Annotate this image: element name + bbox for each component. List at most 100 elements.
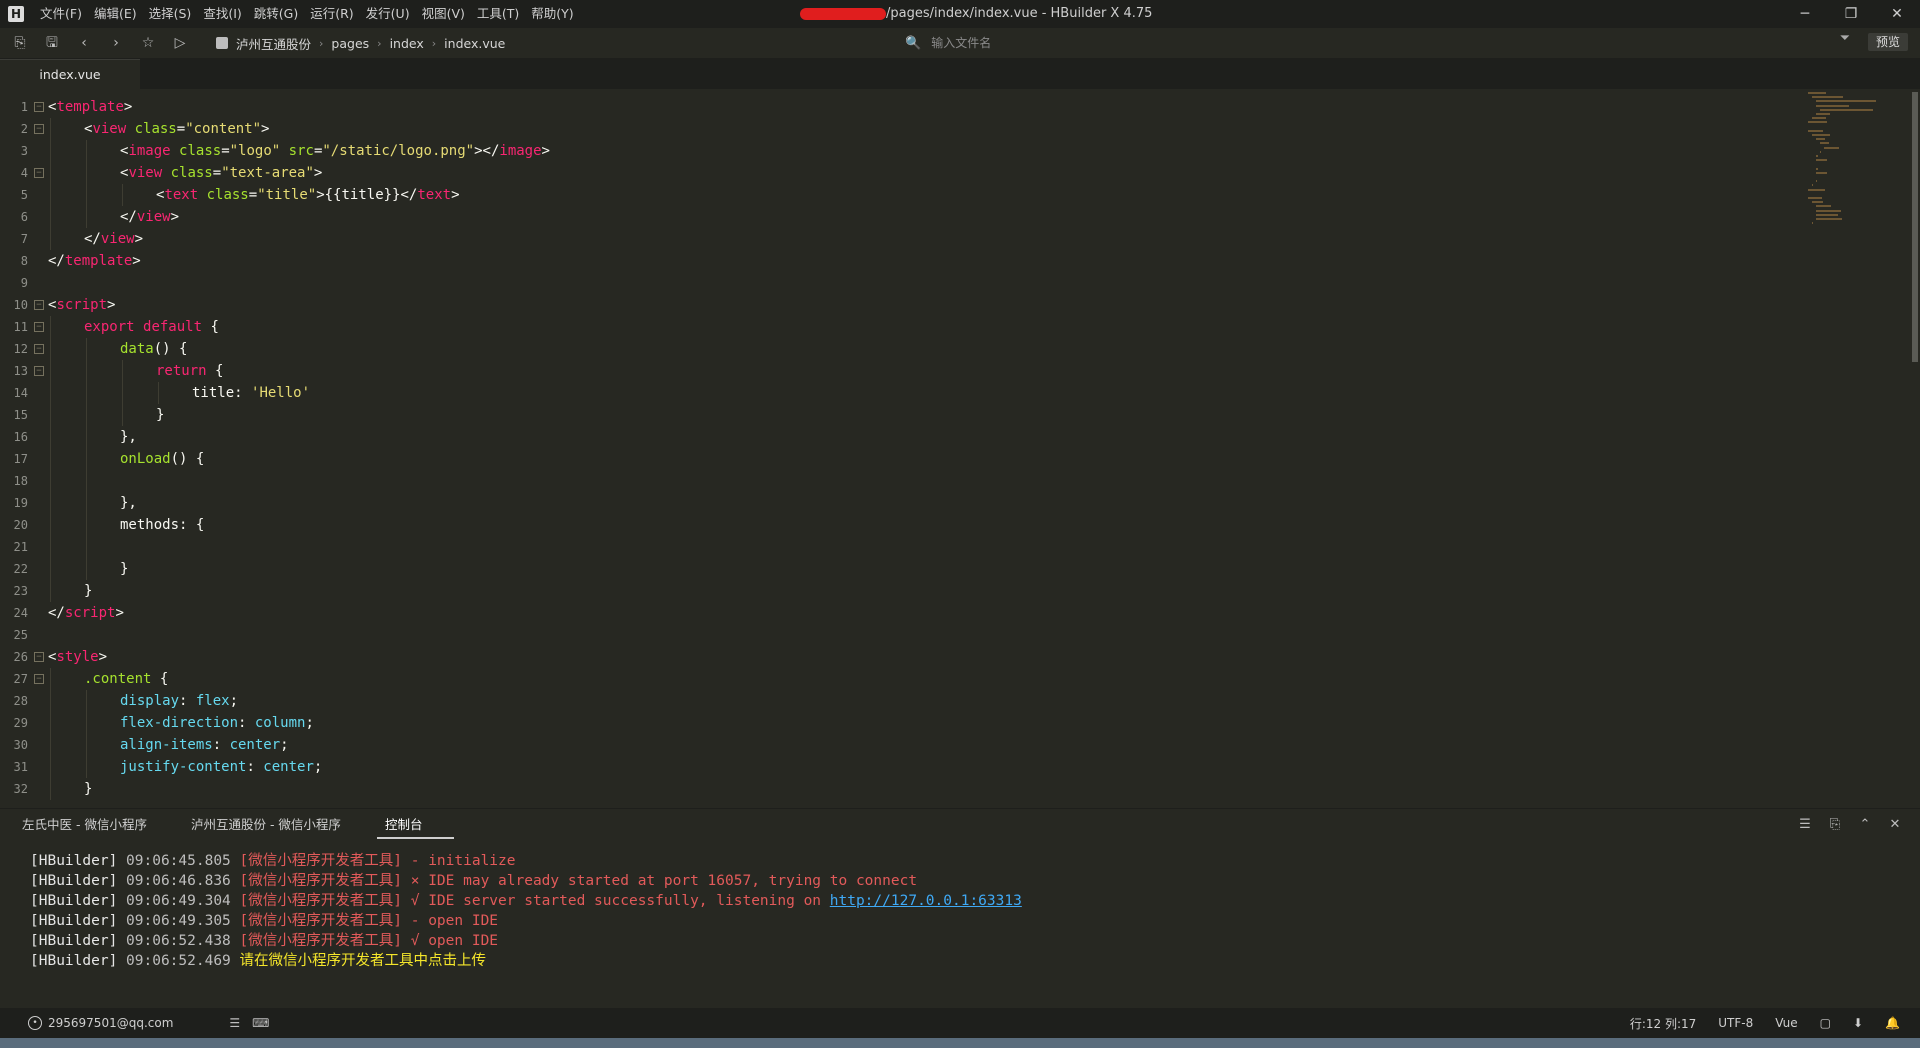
forward-icon[interactable]: ›	[104, 31, 128, 55]
file-icon[interactable]: ▢	[1820, 1016, 1831, 1030]
menu-item[interactable]: 查找(I)	[197, 0, 247, 28]
code-line[interactable]: 9	[0, 272, 1900, 294]
fold-toggle-icon[interactable]: −	[34, 322, 44, 332]
code-line[interactable]: 14 title: 'Hello'	[0, 382, 1900, 404]
maximize-panel-icon[interactable]: ⌃	[1850, 809, 1880, 841]
code-line[interactable]: 10− <script>	[0, 294, 1900, 316]
toolbar: ⎘ 🖫 ‹ › ☆ ▷ 泸州互通股份 › pages › index › ind…	[0, 28, 1920, 59]
code-line[interactable]: 24 </script>	[0, 602, 1900, 624]
file-search-input[interactable]	[929, 35, 1634, 51]
export-log-icon[interactable]: ⎘	[1820, 809, 1850, 841]
menu-item[interactable]: 工具(T)	[471, 0, 525, 28]
code-line[interactable]: 11− export default {	[0, 316, 1900, 338]
filter-icon[interactable]: ⏷	[1840, 31, 1850, 46]
fold-toggle-icon[interactable]: −	[34, 300, 44, 310]
code-line[interactable]: 19},	[0, 492, 1900, 514]
user-account[interactable]: • 295697501@qq.com	[28, 1016, 173, 1030]
minimap[interactable]	[1808, 92, 1918, 262]
new-file-icon[interactable]: ⎘	[8, 31, 32, 55]
code-line[interactable]: 6 </view>	[0, 206, 1900, 228]
breadcrumb-index[interactable]: index	[390, 36, 424, 51]
code-line[interactable]: 8 </template>	[0, 250, 1900, 272]
menu-item[interactable]: 编辑(E)	[88, 0, 143, 28]
bell-icon[interactable]: 🔔	[1885, 1016, 1900, 1030]
tab-index-vue[interactable]: index.vue	[0, 59, 140, 90]
cursor-position[interactable]: 行:12 列:17	[1630, 1015, 1696, 1032]
fold-toggle-icon[interactable]: −	[34, 366, 44, 376]
fold-toggle-icon[interactable]: −	[34, 652, 44, 662]
breadcrumb-pages[interactable]: pages	[331, 36, 369, 51]
code-line[interactable]: 1− <template>	[0, 96, 1900, 118]
indent-guide	[50, 690, 51, 712]
menu-item[interactable]: 视图(V)	[416, 0, 471, 28]
save-icon[interactable]: 🖫	[40, 31, 64, 55]
close-button[interactable]: ✕	[1874, 0, 1920, 28]
code-line[interactable]: 15}	[0, 404, 1900, 426]
clear-console-icon[interactable]: ☰	[1790, 809, 1820, 841]
code-line[interactable]: 4− <view class="text-area">	[0, 162, 1900, 184]
code-line[interactable]: 22}	[0, 558, 1900, 580]
fold-toggle-icon[interactable]: −	[34, 168, 44, 178]
preview-button[interactable]: 预览	[1868, 33, 1908, 51]
panel-tab[interactable]: 泸州互通股份 - 微信小程序	[169, 809, 363, 841]
code-line[interactable]: 26− <style>	[0, 646, 1900, 668]
console-link[interactable]: http://127.0.0.1:63313	[830, 893, 1022, 909]
code-line[interactable]: 25	[0, 624, 1900, 646]
code-line[interactable]: 2− <view class="content">	[0, 118, 1900, 140]
code-line[interactable]: 7 </view>	[0, 228, 1900, 250]
code-line[interactable]: 17 onLoad() {	[0, 448, 1900, 470]
console-line: [HBuilder] 09:06:52.469 请在微信小程序开发者工具中点击上…	[30, 951, 1880, 971]
breadcrumb-file[interactable]: index.vue	[444, 36, 505, 51]
code-line[interactable]: 21	[0, 536, 1900, 558]
line-number: 4	[20, 166, 28, 180]
panel-tab[interactable]: 控制台	[363, 809, 454, 841]
minimize-button[interactable]: ─	[1782, 0, 1828, 28]
code-line[interactable]: 12− data() {	[0, 338, 1900, 360]
indent-guide	[50, 492, 51, 514]
menu-item[interactable]: 文件(F)	[34, 0, 88, 28]
menu-item[interactable]: 发行(U)	[360, 0, 416, 28]
code-line[interactable]: 29 flex-direction: column;	[0, 712, 1900, 734]
restore-button[interactable]: ❐	[1828, 0, 1874, 28]
encoding[interactable]: UTF-8	[1718, 1016, 1753, 1030]
terminal-icon[interactable]: ⌨	[252, 1016, 269, 1030]
fold-toggle-icon[interactable]: −	[34, 102, 44, 112]
code-line[interactable]: 28 display: flex;	[0, 690, 1900, 712]
code-line[interactable]: 18	[0, 470, 1900, 492]
minimap-line	[1816, 209, 1842, 212]
download-icon[interactable]: ⬇	[1853, 1016, 1863, 1030]
console-line: [HBuilder] 09:06:49.305 [微信小程序开发者工具] - o…	[30, 911, 1880, 931]
indent-guide	[50, 206, 51, 228]
code-line[interactable]: 27− .content {	[0, 668, 1900, 690]
fold-toggle-icon[interactable]: −	[34, 344, 44, 354]
code-line[interactable]: 13− return {	[0, 360, 1900, 382]
run-icon[interactable]: ▷	[168, 31, 192, 55]
menu-item[interactable]: 帮助(Y)	[525, 0, 579, 28]
indent-guide	[86, 448, 87, 470]
code-line[interactable]: 30 align-items: center;	[0, 734, 1900, 756]
console-time: 09:06:52.469	[126, 953, 240, 969]
code-line[interactable]: 16},	[0, 426, 1900, 448]
fold-toggle-icon[interactable]: −	[34, 124, 44, 134]
language-mode[interactable]: Vue	[1775, 1016, 1797, 1030]
code-line[interactable]: 20 methods: {	[0, 514, 1900, 536]
menu-item[interactable]: 选择(S)	[143, 0, 198, 28]
fold-toggle-icon[interactable]: −	[34, 674, 44, 684]
back-icon[interactable]: ‹	[72, 31, 96, 55]
code-line[interactable]: 31 justify-content: center;	[0, 756, 1900, 778]
outline-icon[interactable]: ☰	[229, 1016, 240, 1030]
code-editor[interactable]: 1− <template> 2− <view class="content"> 3 <im…	[0, 96, 1910, 806]
code-line[interactable]: 3 <image class="logo" src="/static/logo.p…	[0, 140, 1900, 162]
breadcrumb-project[interactable]: 泸州互通股份	[236, 34, 311, 53]
minimap-line	[1816, 167, 1819, 170]
code-line[interactable]: 32}	[0, 778, 1900, 800]
code-text: display: flex;	[120, 693, 239, 709]
star-icon[interactable]: ☆	[136, 31, 160, 55]
editor-scrollbar[interactable]	[1912, 92, 1918, 362]
code-line[interactable]: 23}	[0, 580, 1900, 602]
panel-tab[interactable]: 左氏中医 - 微信小程序	[0, 809, 169, 841]
close-panel-icon[interactable]: ✕	[1880, 809, 1910, 841]
menu-item[interactable]: 跳转(G)	[248, 0, 304, 28]
code-line[interactable]: 5 <text class="title">{{title}}</text>	[0, 184, 1900, 206]
menu-item[interactable]: 运行(R)	[304, 0, 359, 28]
